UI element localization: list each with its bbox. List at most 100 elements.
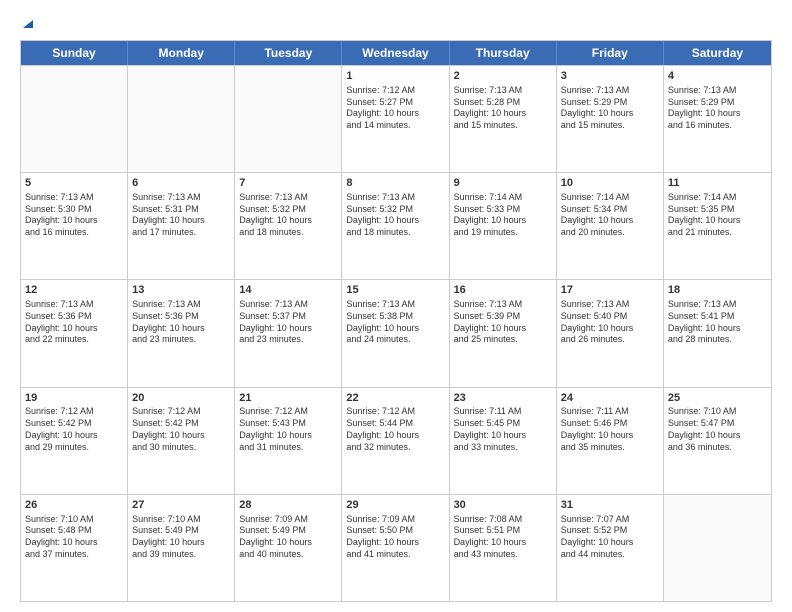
calendar-cell [235,66,342,172]
calendar-cell: 10Sunrise: 7:14 AM Sunset: 5:34 PM Dayli… [557,173,664,279]
calendar-cell: 18Sunrise: 7:13 AM Sunset: 5:41 PM Dayli… [664,280,771,386]
cell-info-text: Sunrise: 7:09 AM Sunset: 5:50 PM Dayligh… [346,514,444,561]
cell-info-text: Sunrise: 7:13 AM Sunset: 5:30 PM Dayligh… [25,192,123,239]
cell-date-number: 31 [561,498,659,513]
cell-date-number: 21 [239,391,337,406]
header [20,16,772,30]
calendar-cell: 11Sunrise: 7:14 AM Sunset: 5:35 PM Dayli… [664,173,771,279]
cell-info-text: Sunrise: 7:12 AM Sunset: 5:27 PM Dayligh… [346,85,444,132]
cell-info-text: Sunrise: 7:13 AM Sunset: 5:29 PM Dayligh… [668,85,767,132]
cell-date-number: 1 [346,69,444,84]
calendar-body: 1Sunrise: 7:12 AM Sunset: 5:27 PM Daylig… [21,65,771,601]
calendar-cell: 27Sunrise: 7:10 AM Sunset: 5:49 PM Dayli… [128,495,235,601]
cell-date-number: 28 [239,498,337,513]
logo [20,16,36,30]
cell-info-text: Sunrise: 7:13 AM Sunset: 5:40 PM Dayligh… [561,299,659,346]
cell-date-number: 23 [454,391,552,406]
logo-icon [21,16,35,30]
calendar-cell: 29Sunrise: 7:09 AM Sunset: 5:50 PM Dayli… [342,495,449,601]
cell-date-number: 20 [132,391,230,406]
cell-date-number: 15 [346,283,444,298]
cell-info-text: Sunrise: 7:13 AM Sunset: 5:28 PM Dayligh… [454,85,552,132]
cell-date-number: 19 [25,391,123,406]
calendar-cell: 19Sunrise: 7:12 AM Sunset: 5:42 PM Dayli… [21,388,128,494]
calendar-header-cell: Tuesday [235,41,342,65]
cell-date-number: 11 [668,176,767,191]
calendar-cell: 6Sunrise: 7:13 AM Sunset: 5:31 PM Daylig… [128,173,235,279]
cell-date-number: 14 [239,283,337,298]
cell-info-text: Sunrise: 7:08 AM Sunset: 5:51 PM Dayligh… [454,514,552,561]
calendar-cell: 15Sunrise: 7:13 AM Sunset: 5:38 PM Dayli… [342,280,449,386]
cell-info-text: Sunrise: 7:13 AM Sunset: 5:38 PM Dayligh… [346,299,444,346]
cell-date-number: 9 [454,176,552,191]
cell-date-number: 30 [454,498,552,513]
calendar-row: 26Sunrise: 7:10 AM Sunset: 5:48 PM Dayli… [21,494,771,601]
calendar-row: 19Sunrise: 7:12 AM Sunset: 5:42 PM Dayli… [21,387,771,494]
calendar-cell: 1Sunrise: 7:12 AM Sunset: 5:27 PM Daylig… [342,66,449,172]
cell-info-text: Sunrise: 7:14 AM Sunset: 5:34 PM Dayligh… [561,192,659,239]
calendar-cell: 26Sunrise: 7:10 AM Sunset: 5:48 PM Dayli… [21,495,128,601]
cell-info-text: Sunrise: 7:13 AM Sunset: 5:41 PM Dayligh… [668,299,767,346]
calendar-cell: 4Sunrise: 7:13 AM Sunset: 5:29 PM Daylig… [664,66,771,172]
cell-info-text: Sunrise: 7:13 AM Sunset: 5:39 PM Dayligh… [454,299,552,346]
cell-date-number: 27 [132,498,230,513]
cell-info-text: Sunrise: 7:12 AM Sunset: 5:44 PM Dayligh… [346,406,444,453]
cell-info-text: Sunrise: 7:12 AM Sunset: 5:42 PM Dayligh… [132,406,230,453]
calendar-cell: 8Sunrise: 7:13 AM Sunset: 5:32 PM Daylig… [342,173,449,279]
calendar: SundayMondayTuesdayWednesdayThursdayFrid… [20,40,772,602]
cell-info-text: Sunrise: 7:10 AM Sunset: 5:48 PM Dayligh… [25,514,123,561]
cell-date-number: 29 [346,498,444,513]
cell-date-number: 18 [668,283,767,298]
cell-date-number: 2 [454,69,552,84]
cell-info-text: Sunrise: 7:13 AM Sunset: 5:31 PM Dayligh… [132,192,230,239]
cell-date-number: 8 [346,176,444,191]
cell-info-text: Sunrise: 7:13 AM Sunset: 5:29 PM Dayligh… [561,85,659,132]
calendar-cell: 28Sunrise: 7:09 AM Sunset: 5:49 PM Dayli… [235,495,342,601]
cell-info-text: Sunrise: 7:13 AM Sunset: 5:32 PM Dayligh… [239,192,337,239]
calendar-cell: 31Sunrise: 7:07 AM Sunset: 5:52 PM Dayli… [557,495,664,601]
cell-date-number: 10 [561,176,659,191]
cell-date-number: 6 [132,176,230,191]
cell-date-number: 3 [561,69,659,84]
calendar-header-cell: Friday [557,41,664,65]
calendar-cell: 9Sunrise: 7:14 AM Sunset: 5:33 PM Daylig… [450,173,557,279]
calendar-header-cell: Thursday [450,41,557,65]
calendar-cell: 21Sunrise: 7:12 AM Sunset: 5:43 PM Dayli… [235,388,342,494]
calendar-cell: 24Sunrise: 7:11 AM Sunset: 5:46 PM Dayli… [557,388,664,494]
calendar-header-cell: Sunday [21,41,128,65]
cell-date-number: 16 [454,283,552,298]
calendar-cell [664,495,771,601]
calendar-cell: 2Sunrise: 7:13 AM Sunset: 5:28 PM Daylig… [450,66,557,172]
cell-date-number: 7 [239,176,337,191]
cell-info-text: Sunrise: 7:13 AM Sunset: 5:36 PM Dayligh… [25,299,123,346]
cell-info-text: Sunrise: 7:07 AM Sunset: 5:52 PM Dayligh… [561,514,659,561]
cell-info-text: Sunrise: 7:10 AM Sunset: 5:49 PM Dayligh… [132,514,230,561]
cell-date-number: 26 [25,498,123,513]
cell-date-number: 5 [25,176,123,191]
cell-date-number: 22 [346,391,444,406]
calendar-header-cell: Monday [128,41,235,65]
calendar-header: SundayMondayTuesdayWednesdayThursdayFrid… [21,41,771,65]
cell-date-number: 12 [25,283,123,298]
calendar-cell: 23Sunrise: 7:11 AM Sunset: 5:45 PM Dayli… [450,388,557,494]
cell-date-number: 4 [668,69,767,84]
cell-date-number: 17 [561,283,659,298]
calendar-cell: 3Sunrise: 7:13 AM Sunset: 5:29 PM Daylig… [557,66,664,172]
calendar-cell: 30Sunrise: 7:08 AM Sunset: 5:51 PM Dayli… [450,495,557,601]
cell-info-text: Sunrise: 7:13 AM Sunset: 5:32 PM Dayligh… [346,192,444,239]
calendar-cell [21,66,128,172]
calendar-cell: 20Sunrise: 7:12 AM Sunset: 5:42 PM Dayli… [128,388,235,494]
cell-info-text: Sunrise: 7:13 AM Sunset: 5:37 PM Dayligh… [239,299,337,346]
calendar-cell: 22Sunrise: 7:12 AM Sunset: 5:44 PM Dayli… [342,388,449,494]
cell-info-text: Sunrise: 7:14 AM Sunset: 5:35 PM Dayligh… [668,192,767,239]
cell-info-text: Sunrise: 7:12 AM Sunset: 5:42 PM Dayligh… [25,406,123,453]
cell-date-number: 25 [668,391,767,406]
calendar-row: 5Sunrise: 7:13 AM Sunset: 5:30 PM Daylig… [21,172,771,279]
cell-info-text: Sunrise: 7:13 AM Sunset: 5:36 PM Dayligh… [132,299,230,346]
calendar-cell [128,66,235,172]
cell-info-text: Sunrise: 7:10 AM Sunset: 5:47 PM Dayligh… [668,406,767,453]
calendar-cell: 5Sunrise: 7:13 AM Sunset: 5:30 PM Daylig… [21,173,128,279]
calendar-row: 12Sunrise: 7:13 AM Sunset: 5:36 PM Dayli… [21,279,771,386]
calendar-cell: 16Sunrise: 7:13 AM Sunset: 5:39 PM Dayli… [450,280,557,386]
calendar-header-cell: Wednesday [342,41,449,65]
